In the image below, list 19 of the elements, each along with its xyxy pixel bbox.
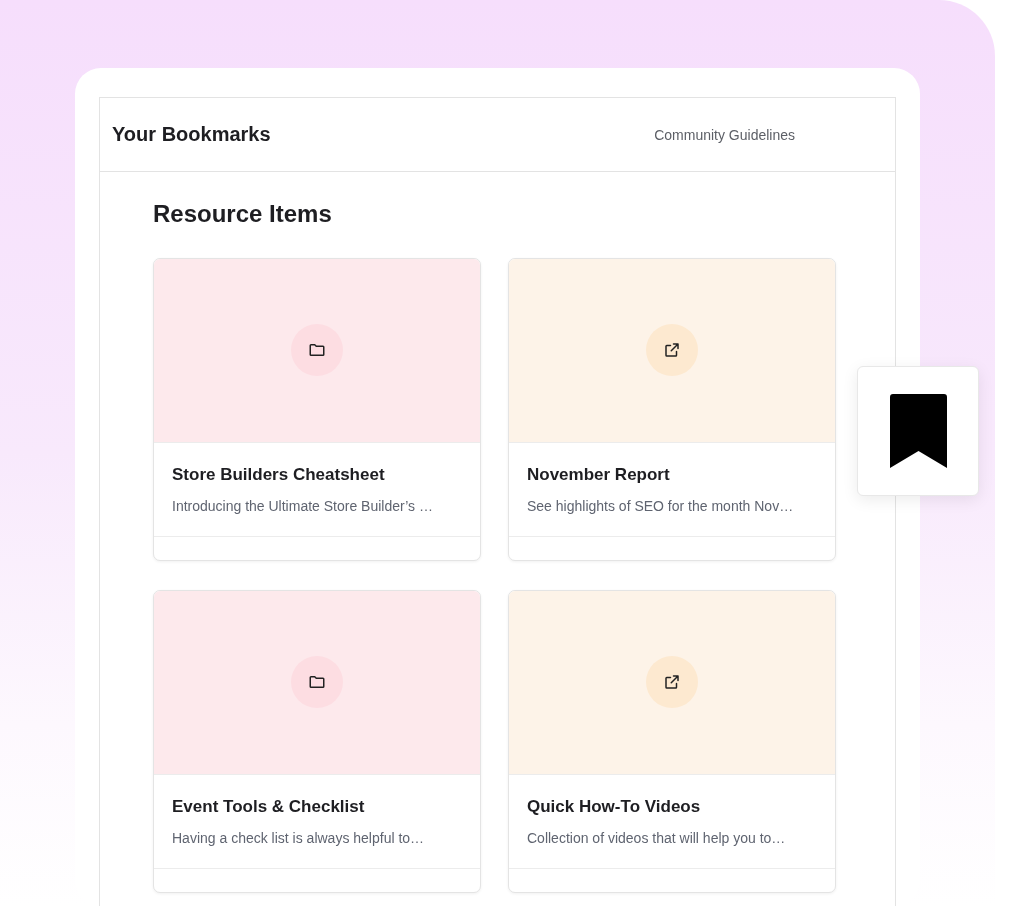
resource-card[interactable]: November Report See highlights of SEO for the month Nov… — [508, 258, 836, 561]
bookmark-card[interactable] — [857, 366, 979, 496]
card-description: Collection of videos that will help you to… — [527, 830, 787, 846]
card-title: Quick How-To Videos — [527, 797, 702, 817]
guidelines-link[interactable]: Community Guidelines — [654, 126, 795, 143]
card-description: Introducing the Ultimate Store Builder’s … — [172, 498, 434, 514]
bookmark-icon — [889, 394, 947, 468]
card-title: November Report — [527, 465, 671, 485]
external-link-icon — [663, 340, 681, 359]
resource-card[interactable]: Quick How-To Videos Collection of videos that will help you to… — [508, 590, 836, 893]
card-description: See highlights of SEO for the month Nov… — [527, 498, 795, 514]
external-link-icon — [663, 672, 681, 691]
card-description: Having a check list is always helpful to… — [172, 830, 426, 846]
page-title: Your Bookmarks — [112, 123, 271, 146]
card-title: Event Tools & Checklist — [172, 797, 366, 817]
resource-card[interactable]: Event Tools & Checklist Having a check list is always helpful to… — [153, 590, 481, 893]
card-title: Store Builders Cheatsheet — [172, 465, 386, 485]
resource-card[interactable]: Store Builders Cheatsheet Introducing the Ultimate Store Builder’s … — [153, 258, 481, 561]
section-heading: Resource Items — [153, 200, 333, 228]
